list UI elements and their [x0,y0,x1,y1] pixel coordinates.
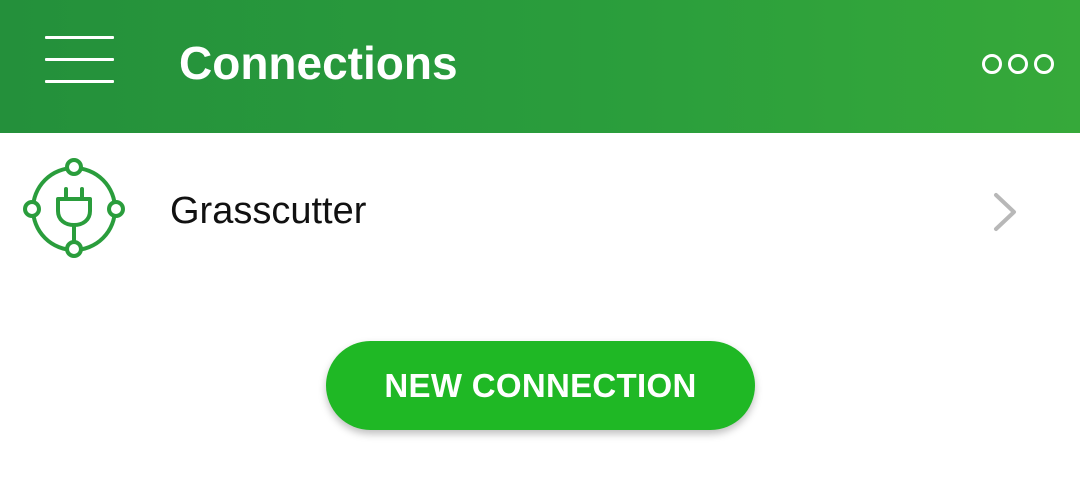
more-options-icon-dot [1008,54,1028,74]
chevron-right-icon [994,193,1016,231]
connection-item-grasscutter[interactable]: Grasscutter [0,133,1080,288]
hamburger-menu-icon-line [45,58,114,61]
new-connection-button[interactable]: NEW CONNECTION [326,341,755,430]
more-options-icon [982,54,1002,74]
page-title: Connections [179,37,458,89]
connection-name: Grasscutter [170,190,367,232]
plug-connection-icon [23,158,125,258]
hamburger-menu-icon-line [45,80,114,83]
more-options-icon-dot [1034,54,1054,74]
more-options-button[interactable] [972,40,1064,88]
hamburger-menu-icon [45,36,114,39]
app-bar: Connections [0,0,1080,133]
connections-screen: Connections Grasscutter NEW CONNECTION [0,0,1080,489]
menu-button[interactable] [32,26,128,94]
